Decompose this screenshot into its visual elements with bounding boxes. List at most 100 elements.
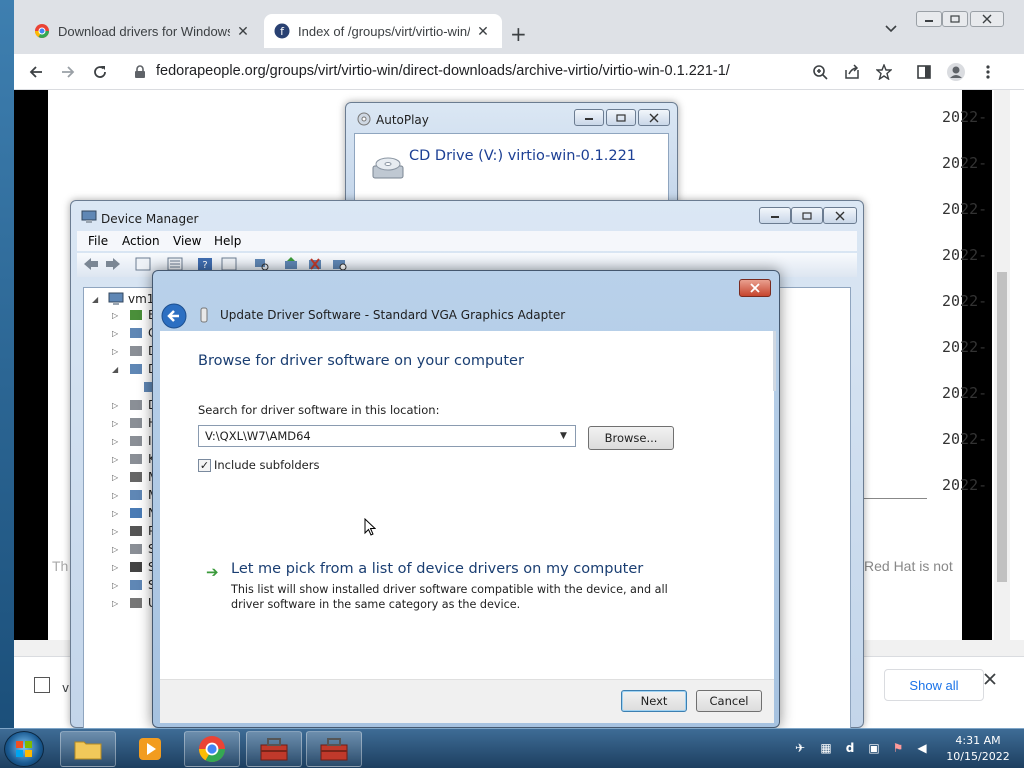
properties-icon[interactable] (135, 257, 151, 271)
collapse-icon[interactable]: ◢ (112, 365, 122, 374)
include-subfolders-checkbox[interactable]: ✓ (198, 459, 211, 472)
browse-button[interactable]: Browse... (588, 426, 674, 450)
display-tray-icon[interactable]: ▣ (866, 740, 882, 756)
drive-label[interactable]: CD Drive (V:) virtio-win-0.1.221 (409, 148, 636, 164)
bookmark-star-icon[interactable] (874, 62, 894, 82)
uninstall-icon[interactable] (307, 257, 323, 271)
close-button[interactable] (739, 279, 771, 297)
tree-device-category[interactable]: ▷D (112, 396, 157, 414)
download-item-name[interactable]: v (62, 681, 69, 695)
expand-icon[interactable]: ▷ (112, 347, 122, 356)
expand-icon[interactable]: ▷ (112, 527, 122, 536)
disable-device-icon[interactable] (331, 257, 347, 271)
share-icon[interactable] (842, 62, 862, 82)
menu-action[interactable]: Action (122, 234, 160, 248)
taskbar-media-player[interactable] (122, 731, 178, 767)
expand-icon[interactable]: ▷ (112, 491, 122, 500)
media-player-icon (139, 738, 161, 760)
reload-icon[interactable] (90, 62, 110, 82)
expand-icon[interactable]: ▷ (112, 329, 122, 338)
tab-close-icon[interactable]: ✕ (234, 23, 252, 40)
view-icon[interactable] (167, 257, 183, 271)
pick-from-list-link[interactable]: Let me pick from a list of device driver… (231, 561, 643, 577)
tree-device-category[interactable]: ▷H (112, 414, 157, 432)
forward-icon[interactable] (58, 62, 78, 82)
expand-icon[interactable]: ▷ (112, 419, 122, 428)
expand-icon[interactable]: ▷ (112, 473, 122, 482)
zoom-icon[interactable] (810, 62, 830, 82)
menu-file[interactable]: File (88, 234, 108, 248)
cancel-button[interactable]: Cancel (696, 690, 762, 712)
tree-device-category[interactable]: ▷C (112, 324, 156, 342)
console-icon[interactable] (221, 257, 237, 271)
profile-avatar-icon[interactable] (946, 62, 966, 82)
expand-icon[interactable]: ▷ (112, 401, 122, 410)
close-button[interactable] (638, 109, 670, 126)
forward-arrow-icon[interactable] (105, 257, 121, 271)
tree-device-category[interactable]: ▷K (112, 450, 156, 468)
collapse-icon[interactable]: ◢ (92, 295, 102, 304)
close-button[interactable] (823, 207, 857, 224)
new-tab-button[interactable]: + (510, 22, 527, 46)
expand-icon[interactable]: ▷ (112, 311, 122, 320)
maximize-button[interactable] (791, 207, 823, 224)
scan-hardware-icon[interactable] (253, 257, 269, 271)
start-button[interactable] (4, 731, 44, 767)
minimize-button[interactable] (759, 207, 791, 224)
update-driver-icon[interactable] (283, 257, 299, 271)
tree-device-category[interactable]: ▷U (112, 594, 157, 612)
menu-help[interactable]: Help (214, 234, 241, 248)
dropbox-tray-icon[interactable]: d (842, 740, 858, 756)
tree-device-category[interactable]: ▷S (112, 540, 156, 558)
expand-icon[interactable]: ▷ (112, 455, 122, 464)
minimize-button[interactable] (574, 109, 604, 126)
show-all-button[interactable]: Show all (884, 669, 984, 701)
action-center-tray-icon[interactable]: ⚑ (890, 740, 906, 756)
expand-icon[interactable]: ▷ (112, 563, 122, 572)
tree-device-category[interactable]: ▷S (112, 576, 156, 594)
tree-device-category[interactable]: ▷B (112, 306, 156, 324)
expand-icon[interactable]: ▷ (112, 437, 122, 446)
restore-button[interactable] (942, 11, 968, 27)
close-download-shelf-icon[interactable] (984, 673, 996, 685)
taskbar-chrome[interactable] (184, 731, 240, 767)
tab-search-icon[interactable] (884, 24, 898, 34)
tab-virtio-index[interactable]: f Index of /groups/virt/virtio-win/d ✕ (264, 14, 502, 48)
tree-device-category[interactable]: ▷N (112, 504, 157, 522)
tray-app-icon[interactable]: ▦ (818, 740, 834, 756)
side-panel-icon[interactable] (914, 62, 934, 82)
expand-icon[interactable]: ▷ (112, 599, 122, 608)
volume-tray-icon[interactable]: ◀ (914, 740, 930, 756)
next-button[interactable]: Next (621, 690, 687, 712)
back-button-icon[interactable] (161, 303, 187, 329)
expand-icon[interactable]: ▷ (112, 509, 122, 518)
close-button[interactable] (970, 11, 1004, 27)
minimize-button[interactable] (916, 11, 942, 27)
taskbar-explorer[interactable] (60, 731, 116, 767)
iso-file-icon[interactable] (34, 677, 50, 693)
network-tray-icon[interactable]: ✈ (792, 740, 808, 756)
maximize-button[interactable] (606, 109, 636, 126)
expand-icon[interactable]: ▷ (112, 545, 122, 554)
system-clock[interactable]: 4:31 AM 10/15/2022 (940, 733, 1016, 765)
address-bar[interactable]: fedorapeople.org/groups/virt/virtio-win/… (156, 63, 730, 79)
driver-path-combobox[interactable]: V:\QXL\W7\AMD64 (198, 425, 576, 447)
back-icon[interactable] (26, 62, 46, 82)
taskbar-device-manager[interactable] (246, 731, 302, 767)
menu-kebab-icon[interactable] (978, 62, 998, 82)
tree-device-category[interactable]: ▷S (112, 558, 156, 576)
lock-icon[interactable] (130, 62, 150, 82)
taskbar-update-driver[interactable] (306, 731, 362, 767)
tree-device-category[interactable]: ▷P (112, 522, 155, 540)
tree-device-category[interactable]: ▷D (112, 342, 157, 360)
dropdown-arrow-icon[interactable]: ▼ (560, 431, 567, 441)
back-arrow-icon[interactable] (83, 257, 99, 271)
include-subfolders-label[interactable]: Include subfolders (214, 458, 319, 472)
tab-close-icon[interactable]: ✕ (474, 23, 492, 40)
scrollbar-thumb[interactable] (997, 272, 1007, 582)
expand-icon[interactable]: ▷ (112, 581, 122, 590)
menu-view[interactable]: View (173, 234, 201, 248)
help-icon[interactable]: ? (197, 257, 213, 271)
tree-device-category[interactable]: ◢D (112, 360, 157, 378)
tab-download-drivers[interactable]: Download drivers for Windows 7 ✕ (24, 14, 262, 48)
